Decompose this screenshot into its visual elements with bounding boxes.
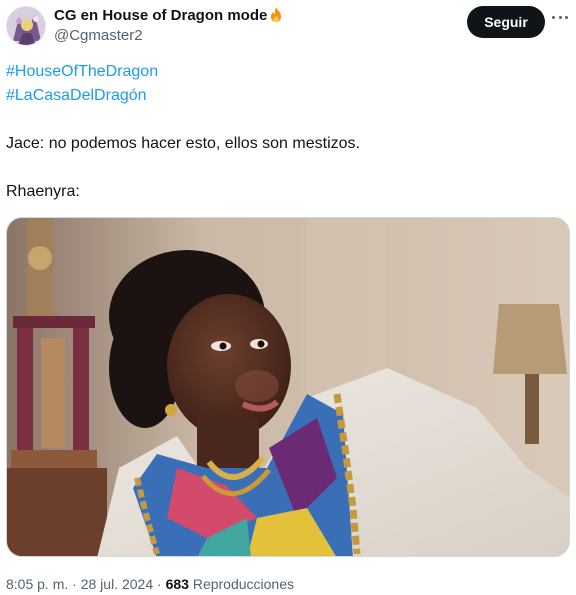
meta-separator: · — [72, 576, 77, 592]
tweet-text-line: Jace: no podemos hacer esto, ellos son m… — [6, 135, 360, 152]
tweet-date[interactable]: 28 jul. 2024 — [81, 576, 153, 592]
meta-separator: · — [157, 576, 162, 592]
hashtag-link[interactable]: #HouseOfTheDragon — [6, 62, 158, 82]
tweet-text-line: Rhaenyra: — [6, 183, 80, 200]
author-handle[interactable]: @Cgmaster2 — [54, 26, 284, 46]
author-names: CG en House of Dragon mode @Cgmaster2 — [54, 6, 284, 46]
avatar[interactable] — [6, 6, 46, 46]
author-display-name-text[interactable]: CG en House of Dragon mode — [54, 7, 267, 24]
views-count: 683 — [165, 576, 189, 592]
tweet-meta: 8:05 p. m. · 28 jul. 2024 · 683 Reproduc… — [6, 576, 294, 593]
tweet-header: CG en House of Dragon mode @Cgmaster2 Se… — [0, 0, 576, 56]
fire-icon — [271, 7, 282, 22]
more-options-icon[interactable] — [552, 14, 568, 20]
views-label: Reproducciones — [192, 576, 294, 592]
hashtag-link[interactable]: #LaCasaDelDragón — [6, 86, 147, 106]
follow-button[interactable]: Seguir — [467, 6, 545, 38]
author-display-name[interactable]: CG en House of Dragon mode — [54, 6, 284, 25]
tweet-media-image[interactable] — [6, 217, 570, 557]
tweet-time[interactable]: 8:05 p. m. — [6, 576, 68, 592]
